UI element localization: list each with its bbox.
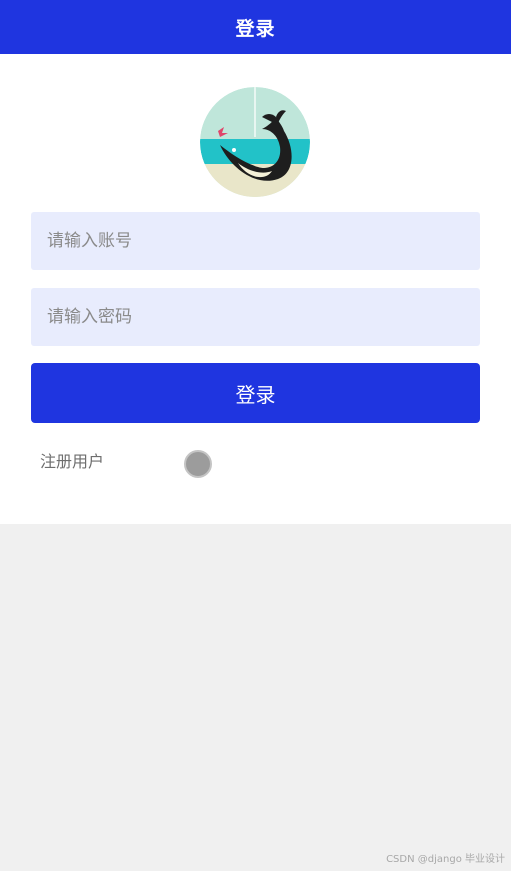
login-card: 登录 注册用户 bbox=[0, 54, 511, 524]
register-link[interactable]: 注册用户 bbox=[40, 448, 104, 472]
whale-logo-icon bbox=[200, 87, 310, 197]
page-title: 登录 bbox=[235, 17, 276, 40]
navbar: 登录 bbox=[0, 0, 511, 54]
account-input[interactable] bbox=[31, 212, 480, 270]
app-root: 登录 请输入账号 登录 注册用户 CSDN @django 毕业设计 bbox=[0, 0, 511, 871]
login-button[interactable]: 登录 bbox=[31, 363, 480, 423]
watermark: CSDN @django 毕业设计 bbox=[386, 854, 505, 865]
touch-cursor-indicator bbox=[184, 450, 212, 478]
password-input[interactable] bbox=[31, 288, 480, 346]
